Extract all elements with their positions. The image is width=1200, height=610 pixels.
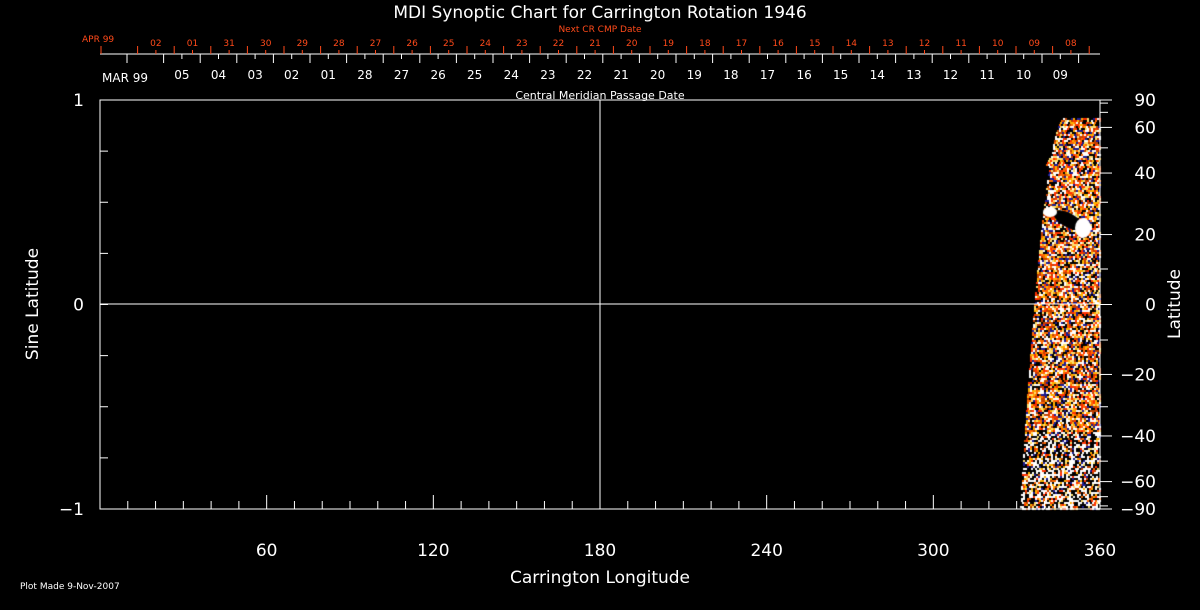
cmp-date-label: 16 bbox=[796, 68, 811, 82]
next-date-label: 28 bbox=[333, 39, 345, 49]
next-date-label: 12 bbox=[919, 39, 930, 49]
next-date-label: 26 bbox=[406, 39, 418, 49]
next-date-label: 21 bbox=[589, 39, 600, 49]
cmp-date-label: 22 bbox=[577, 68, 592, 82]
cmp-month-label: MAR 99 bbox=[102, 71, 148, 85]
next-date-label: 19 bbox=[663, 39, 675, 49]
cmp-date-label: 19 bbox=[687, 68, 702, 82]
cmp-date-label: 03 bbox=[247, 68, 262, 82]
cmp-date-label: 25 bbox=[467, 68, 482, 82]
cmp-date-label: 20 bbox=[650, 68, 665, 82]
next-date-label: 27 bbox=[370, 39, 381, 49]
next-date-label: 09 bbox=[1029, 39, 1041, 49]
cmp-date-label: 01 bbox=[321, 68, 336, 82]
cmp-date-label: 02 bbox=[284, 68, 299, 82]
next-date-label: 31 bbox=[223, 39, 234, 49]
y-left-tick-label: 0 bbox=[73, 296, 84, 316]
x-tick-label: 60 bbox=[256, 541, 278, 561]
next-date-label: 01 bbox=[187, 39, 198, 49]
next-date-label: 10 bbox=[992, 39, 1004, 49]
y-right-tick-label: 40 bbox=[1134, 164, 1156, 184]
next-date-label: 23 bbox=[516, 39, 527, 49]
next-cr-label: Next CR CMP Date bbox=[558, 25, 642, 35]
x-tick-label: 360 bbox=[1084, 541, 1116, 561]
cmp-date-label: 04 bbox=[211, 68, 226, 82]
cmp-date-label: 05 bbox=[174, 68, 189, 82]
cmp-date-label: 10 bbox=[1016, 68, 1031, 82]
next-date-label: 22 bbox=[553, 39, 564, 49]
cmp-date-label: 11 bbox=[979, 68, 994, 82]
y-right-tick-label: 60 bbox=[1134, 118, 1156, 138]
cmp-date-label: 23 bbox=[540, 68, 555, 82]
cmp-date-label: 09 bbox=[1053, 68, 1068, 82]
cmp-date-label: 28 bbox=[357, 68, 372, 82]
cmp-date-label: 26 bbox=[430, 68, 445, 82]
chart-title: MDI Synoptic Chart for Carrington Rotati… bbox=[393, 3, 806, 23]
next-date-label: 29 bbox=[297, 39, 309, 49]
x-tick-label: 240 bbox=[750, 541, 782, 561]
cmp-date-label: 21 bbox=[613, 68, 628, 82]
next-date-label: 16 bbox=[772, 39, 784, 49]
x-axis-label: Carrington Longitude bbox=[510, 568, 690, 588]
cmp-date-label: 12 bbox=[943, 68, 958, 82]
cmp-date-label: 14 bbox=[870, 68, 885, 82]
next-date-label: 18 bbox=[699, 39, 711, 49]
y-right-tick-label: 0 bbox=[1145, 296, 1156, 316]
y-right-tick-label: −40 bbox=[1120, 427, 1156, 447]
next-date-label: 15 bbox=[809, 39, 820, 49]
cmp-date-label: 15 bbox=[833, 68, 848, 82]
synoptic-chart: MDI Synoptic Chart for Carrington Rotati… bbox=[0, 0, 1200, 610]
x-tick-label: 300 bbox=[917, 541, 949, 561]
y-right-tick-label: −60 bbox=[1120, 473, 1156, 493]
x-tick-label: 120 bbox=[417, 541, 449, 561]
next-date-label: 11 bbox=[955, 39, 966, 49]
cmp-date-label: 18 bbox=[723, 68, 738, 82]
next-date-label: 30 bbox=[260, 39, 272, 49]
y-axis-right-label: Latitude bbox=[1165, 269, 1185, 339]
x-tick-label: 180 bbox=[584, 541, 616, 561]
y-left-tick-label: 1 bbox=[73, 91, 84, 111]
next-date-label: 14 bbox=[846, 39, 858, 49]
next-date-label: 17 bbox=[736, 39, 747, 49]
next-date-label: 08 bbox=[1065, 39, 1077, 49]
cmp-date-label: 17 bbox=[760, 68, 775, 82]
cmp-date-label: 24 bbox=[504, 68, 519, 82]
cmp-date-label: 27 bbox=[394, 68, 409, 82]
y-right-tick-label: −90 bbox=[1120, 500, 1156, 520]
next-date-label: 13 bbox=[882, 39, 893, 49]
cmp-date-label: 13 bbox=[906, 68, 921, 82]
y-right-tick-label: −20 bbox=[1120, 365, 1156, 385]
next-date-label: 25 bbox=[443, 39, 454, 49]
y-right-tick-label: 20 bbox=[1134, 226, 1156, 246]
y-axis-left-label: Sine Latitude bbox=[23, 248, 43, 360]
next-date-label: 24 bbox=[480, 39, 492, 49]
plot-made-footer: Plot Made 9-Nov-2007 bbox=[20, 582, 120, 592]
y-right-tick-label: 90 bbox=[1134, 91, 1156, 111]
next-month-label: APR 99 bbox=[82, 35, 114, 45]
y-left-tick-label: −1 bbox=[59, 500, 84, 520]
next-date-label: 02 bbox=[150, 39, 161, 49]
next-date-label: 20 bbox=[626, 39, 638, 49]
